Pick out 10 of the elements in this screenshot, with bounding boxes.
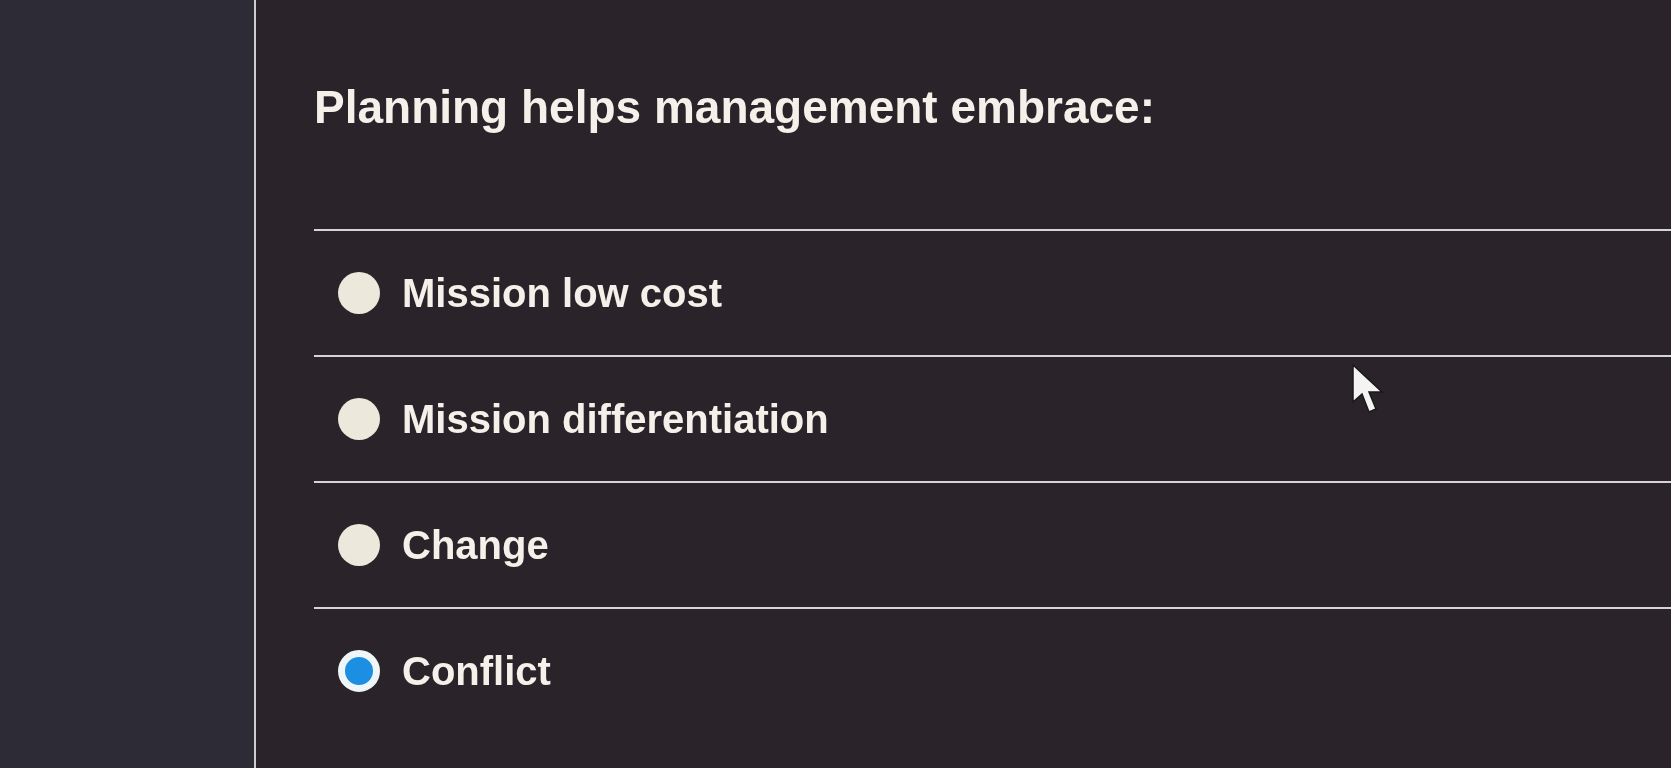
mouse-pointer-icon	[1352, 364, 1386, 416]
option-label[interactable]: Mission low cost	[402, 270, 723, 316]
option-label[interactable]: Conflict	[402, 648, 551, 694]
radio-button[interactable]	[338, 398, 380, 441]
radio-button[interactable]	[338, 650, 380, 693]
option-label[interactable]: Mission differentiation	[402, 396, 829, 442]
question-text: Planning helps management embrace:	[314, 80, 1155, 135]
radio-button[interactable]	[338, 272, 380, 315]
option-label[interactable]: Change	[402, 522, 549, 568]
radio-button[interactable]	[338, 524, 380, 567]
